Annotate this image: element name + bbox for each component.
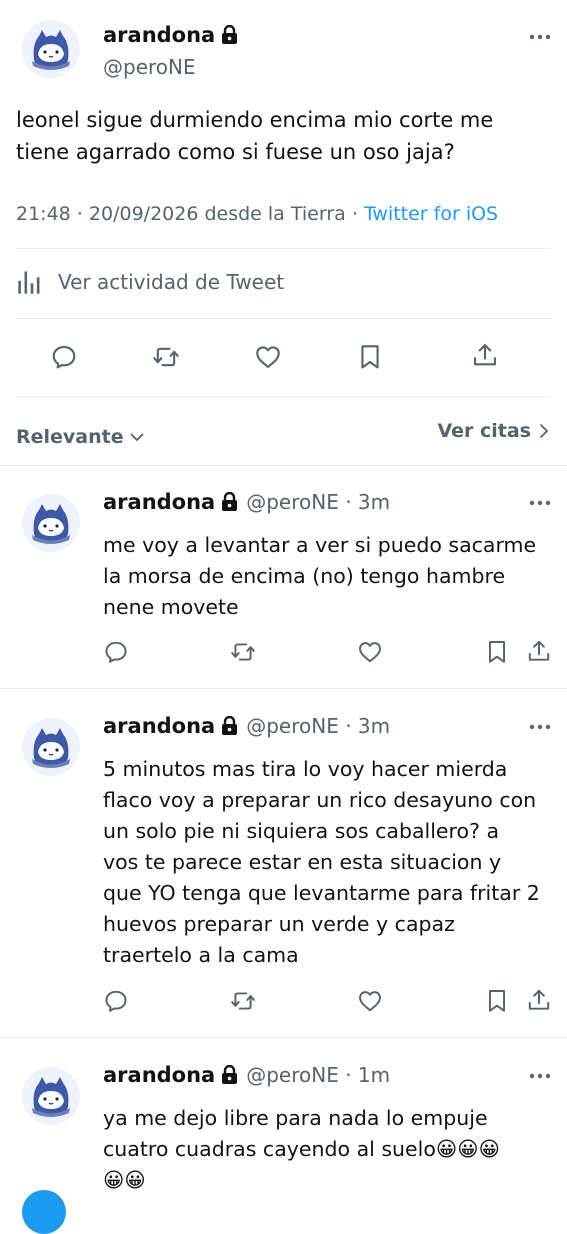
tweet-text: leonel sigue durmiendo encima mio corte …	[16, 104, 493, 168]
divider	[0, 688, 567, 689]
sort-dropdown[interactable]: Relevante	[16, 426, 145, 448]
divider	[16, 396, 551, 397]
more-icon[interactable]	[529, 500, 551, 506]
lock-icon	[221, 1065, 238, 1084]
bookmark-icon[interactable]	[484, 988, 510, 1014]
cat-avatar-icon[interactable]	[22, 1067, 80, 1125]
display-name[interactable]: arandona	[103, 23, 215, 47]
cat-avatar-icon[interactable]	[22, 494, 80, 552]
divider	[0, 465, 567, 466]
divider	[0, 1037, 567, 1038]
tweet-date[interactable]: 20/09/2026	[89, 203, 199, 225]
reply-author-row: arandona @peroNE · 3m	[103, 714, 390, 738]
more-icon[interactable]	[529, 724, 551, 730]
reply-text-line: la morsa de encima (no) tengo hambre	[103, 564, 506, 588]
quotes-link[interactable]: Ver citas	[437, 420, 551, 442]
activity-label: Ver actividad de Tweet	[58, 270, 285, 294]
separator: ·	[351, 203, 358, 225]
reply-text-line: cuatro cuadras cayendo al suelo😀😀😀	[103, 1137, 500, 1161]
reply-icon[interactable]	[50, 343, 78, 371]
sort-label: Relevante	[16, 426, 124, 448]
reply-text-line: 5 minutos mas tira lo voy hacer mierda	[103, 757, 508, 781]
divider	[16, 248, 551, 249]
reply-text-line: huevos preparar un verde y capaz	[103, 912, 455, 936]
heart-icon[interactable]	[357, 988, 383, 1014]
reply-icon[interactable]	[103, 639, 129, 665]
handle[interactable]: @peroNE	[103, 55, 196, 79]
cat-avatar-icon[interactable]	[22, 718, 80, 776]
display-name[interactable]: arandona	[103, 490, 215, 514]
bar-chart-icon	[16, 268, 44, 296]
retweet-icon[interactable]	[230, 988, 256, 1014]
chevron-right-icon	[540, 424, 548, 438]
reply-text-line: flaco voy a preparar un rico desayuno co…	[103, 788, 537, 812]
tweet-location: desde la Tierra	[204, 203, 346, 225]
display-name[interactable]: arandona	[103, 1063, 215, 1087]
author-row: arandona	[103, 23, 238, 47]
more-icon[interactable]	[529, 1073, 551, 1079]
display-name[interactable]: arandona	[103, 714, 215, 738]
share-icon[interactable]	[526, 638, 552, 664]
reply-text-line: me voy a levantar a ver si puedo sacarme	[103, 533, 537, 557]
heart-icon[interactable]	[357, 639, 383, 665]
quotes-label: Ver citas	[437, 420, 531, 442]
reply-text: 5 minutos mas tira lo voy hacer mierda f…	[103, 754, 540, 971]
reply-text: me voy a levantar a ver si puedo sacarme…	[103, 530, 536, 623]
reply-text-line: que YO tenga que levantarme para fritar …	[103, 881, 540, 905]
reply-text-line: vos te parece estar en esta situacion y	[103, 850, 502, 874]
reply-author-row: arandona @peroNE · 3m	[103, 490, 390, 514]
reply-text-line: ya me dejo libre para nada lo empuje	[103, 1106, 488, 1130]
bookmark-icon[interactable]	[484, 639, 510, 665]
compose-button[interactable]	[22, 1190, 66, 1234]
handle[interactable]: @peroNE · 3m	[246, 490, 390, 514]
tweet-time[interactable]: 21:48	[16, 203, 71, 225]
chevron-down-icon	[130, 433, 144, 441]
retweet-icon[interactable]	[152, 343, 180, 371]
share-icon[interactable]	[526, 987, 552, 1013]
reply-author-row: arandona @peroNE · 1m	[103, 1063, 390, 1087]
tweet-meta: 21:48 · 20/09/2026 desde la Tierra · Twi…	[16, 203, 498, 225]
tweet-source-link[interactable]: Twitter for iOS	[364, 203, 498, 225]
lock-icon	[221, 25, 238, 44]
share-icon[interactable]	[471, 341, 499, 369]
retweet-icon[interactable]	[230, 639, 256, 665]
divider	[16, 318, 551, 319]
reply-text-line: traertelo a la cama	[103, 943, 299, 967]
lock-icon	[221, 492, 238, 511]
reply-text-line: nene movete	[103, 595, 239, 619]
lock-icon	[221, 716, 238, 735]
tweet-text-line: tiene agarrado como si fuese un oso jaja…	[16, 140, 455, 164]
handle[interactable]: @peroNE · 3m	[246, 714, 390, 738]
reply-icon[interactable]	[103, 988, 129, 1014]
reply-text-line: un solo pie ni siquiera sos caballero? a	[103, 819, 500, 843]
handle[interactable]: @peroNE · 1m	[246, 1063, 390, 1087]
cat-avatar-icon[interactable]	[22, 20, 80, 78]
bookmark-icon[interactable]	[356, 343, 384, 371]
tweet-activity-link[interactable]: Ver actividad de Tweet	[16, 268, 284, 296]
more-icon[interactable]	[529, 34, 551, 40]
heart-icon[interactable]	[254, 343, 282, 371]
reply-text: ya me dejo libre para nada lo empuje cua…	[103, 1103, 500, 1196]
separator: ·	[76, 203, 83, 225]
reply-text-line: 😀😀	[103, 1168, 146, 1192]
tweet-text-line: leonel sigue durmiendo encima mio corte …	[16, 108, 494, 132]
